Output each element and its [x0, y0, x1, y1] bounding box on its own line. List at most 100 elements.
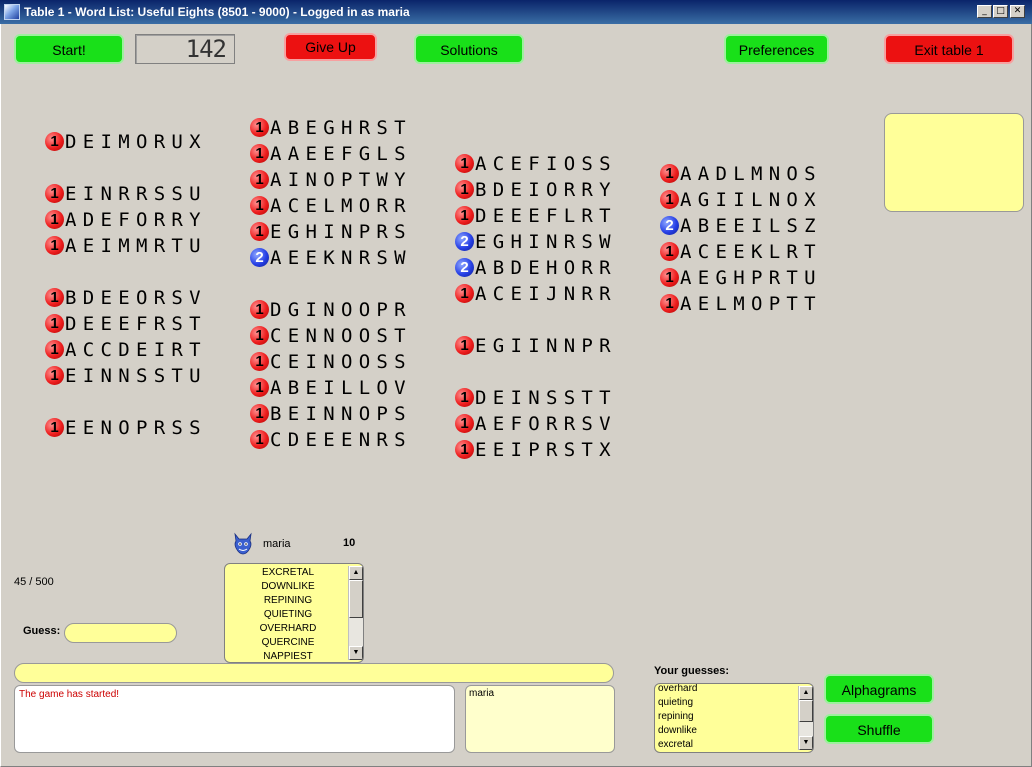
alphagram-letters: BDEIORRY — [475, 179, 617, 201]
solution-count-badge: 1 — [660, 268, 679, 287]
scroll-down-icon[interactable]: ▼ — [349, 646, 363, 660]
scroll-thumb[interactable] — [799, 700, 813, 722]
solution-count-badge: 1 — [45, 288, 64, 307]
alphagram-letters: AADLMNOS — [680, 163, 822, 185]
your-guesses-scrollbar[interactable]: ▲ ▼ — [798, 686, 813, 750]
guess-item: quieting — [658, 697, 694, 708]
timer-display: 142 — [135, 34, 235, 64]
alphagram-letters: ACEEKLRT — [680, 241, 822, 263]
scroll-thumb[interactable] — [349, 580, 363, 618]
alphagram-letters: DEIMORUX — [65, 131, 207, 153]
solution-count-badge: 1 — [455, 336, 474, 355]
solution-count-badge: 1 — [250, 144, 269, 163]
solution-count-badge: 1 — [250, 300, 269, 319]
alphagram-letters: ABEEILSZ — [680, 215, 822, 237]
alphagram-letters: ACEIJNRR — [475, 283, 617, 305]
alphagram-letters: EINNSSTU — [65, 365, 207, 387]
solution-count-badge: 1 — [250, 118, 269, 137]
alphagram-letters: BDEEORSV — [65, 287, 207, 309]
alphagram-letters: ACCDEIRT — [65, 339, 207, 361]
start-button[interactable]: Start! — [14, 34, 124, 64]
solution-count-badge: 2 — [455, 258, 474, 277]
alphagram-letters: EENOPRSS — [65, 417, 207, 439]
title-bar: Table 1 - Word List: Useful Eights (8501… — [0, 0, 1032, 24]
alphagram-letters: EINRRSSU — [65, 183, 207, 205]
chat-log[interactable]: The game has started! — [14, 685, 455, 753]
solution-count-badge: 1 — [45, 366, 64, 385]
alphagram-letters: ABEGHRST — [270, 117, 412, 139]
solution-count-badge: 1 — [45, 184, 64, 203]
your-guesses-list[interactable]: overhard quieting repining downlike excretal… — [654, 683, 814, 753]
solution-count-badge: 2 — [250, 248, 269, 267]
alphagram-letters: ACELMORR — [270, 195, 412, 217]
solution-count-badge: 1 — [455, 180, 474, 199]
chat-message: The game has started! — [19, 689, 120, 700]
alphagram-letters: AEEKNRSW — [270, 247, 412, 269]
player-word-item: REPINING — [263, 595, 313, 606]
alphagram-letters: DEEEFRST — [65, 313, 207, 335]
player-word-item: OVERHARD — [259, 623, 317, 634]
alphagram-letters: EGHINPRS — [270, 221, 412, 243]
solution-count-badge: 1 — [250, 352, 269, 371]
scroll-down-icon[interactable]: ▼ — [799, 736, 813, 750]
alphagram-letters: DEEEFLRT — [475, 205, 617, 227]
app-icon — [4, 4, 20, 20]
solution-count-badge: 1 — [660, 242, 679, 261]
alphagram-letters: ABEILLOV — [270, 377, 412, 399]
progress-counter: 45 / 500 — [14, 576, 54, 588]
solution-count-badge: 1 — [250, 196, 269, 215]
alphagram-letters: AGIILNOX — [680, 189, 822, 211]
users-list[interactable]: maria — [465, 685, 615, 753]
solution-count-badge: 1 — [250, 326, 269, 345]
guess-label: Guess: — [23, 625, 61, 637]
solution-count-badge: 1 — [455, 440, 474, 459]
player-words-list[interactable]: EXCRETAL DOWNLIKE REPINING QUIETING OVERHARD… — [224, 563, 364, 663]
preferences-button[interactable]: Preferences — [724, 34, 829, 64]
alphagram-letters: AAEEFGLS — [270, 143, 412, 165]
solution-count-badge: 1 — [455, 388, 474, 407]
maximize-button[interactable]: □ — [993, 5, 1008, 18]
solution-count-badge: 2 — [455, 232, 474, 251]
solutions-button[interactable]: Solutions — [414, 34, 524, 64]
solution-count-badge: 1 — [45, 210, 64, 229]
solution-count-badge: 1 — [455, 414, 474, 433]
guess-item: repining — [658, 711, 694, 722]
solution-count-badge: 1 — [45, 314, 64, 333]
player-words-scrollbar[interactable]: ▲ ▼ — [348, 566, 363, 660]
solution-count-badge: 1 — [660, 294, 679, 313]
guess-input[interactable] — [64, 623, 177, 643]
player-word-item: DOWNLIKE — [261, 581, 315, 592]
player-words-items: EXCRETAL DOWNLIKE REPINING QUIETING OVERHARD… — [227, 566, 349, 662]
alphagram-letters: CEINOOSS — [270, 351, 412, 373]
chat-input[interactable] — [14, 663, 614, 683]
solution-count-badge: 1 — [455, 284, 474, 303]
close-button[interactable]: ✕ — [1010, 5, 1025, 18]
exit-table-button[interactable]: Exit table 1 — [884, 34, 1014, 64]
solution-count-badge: 1 — [250, 378, 269, 397]
minimize-button[interactable]: _ — [977, 5, 992, 18]
guess-item: downlike — [658, 725, 697, 736]
player-word-item: EXCRETAL — [261, 567, 315, 578]
scroll-up-icon[interactable]: ▲ — [799, 686, 813, 700]
shuffle-button[interactable]: Shuffle — [824, 714, 934, 744]
alphagram-letters: DEINSSTT — [475, 387, 617, 409]
alphagram-letters: ABDEHORR — [475, 257, 617, 279]
solution-count-badge: 1 — [250, 430, 269, 449]
player-word-item: QUIETING — [263, 609, 313, 620]
player-name: maria — [263, 538, 291, 550]
alphagram-letters: ACEFIOSS — [475, 153, 617, 175]
give-up-button[interactable]: Give Up — [284, 33, 377, 61]
solution-count-badge: 1 — [45, 236, 64, 255]
alphagram-letters: AINOPTWY — [270, 169, 412, 191]
alphagram-letters: BEINNOPS — [270, 403, 412, 425]
scroll-up-icon[interactable]: ▲ — [349, 566, 363, 580]
alphagram-letters: EGHINRSW — [475, 231, 617, 253]
alphagrams-button[interactable]: Alphagrams — [824, 674, 934, 704]
guess-item: excretal — [658, 739, 694, 750]
solution-count-badge: 1 — [250, 170, 269, 189]
alphagram-letters: CDEEENRS — [270, 429, 412, 451]
solution-count-badge: 1 — [455, 154, 474, 173]
solution-count-badge: 1 — [250, 222, 269, 241]
your-guesses-items: overhard quieting repining downlike excretal — [658, 684, 697, 752]
alphagram-letters: AEGHPRTU — [680, 267, 822, 289]
